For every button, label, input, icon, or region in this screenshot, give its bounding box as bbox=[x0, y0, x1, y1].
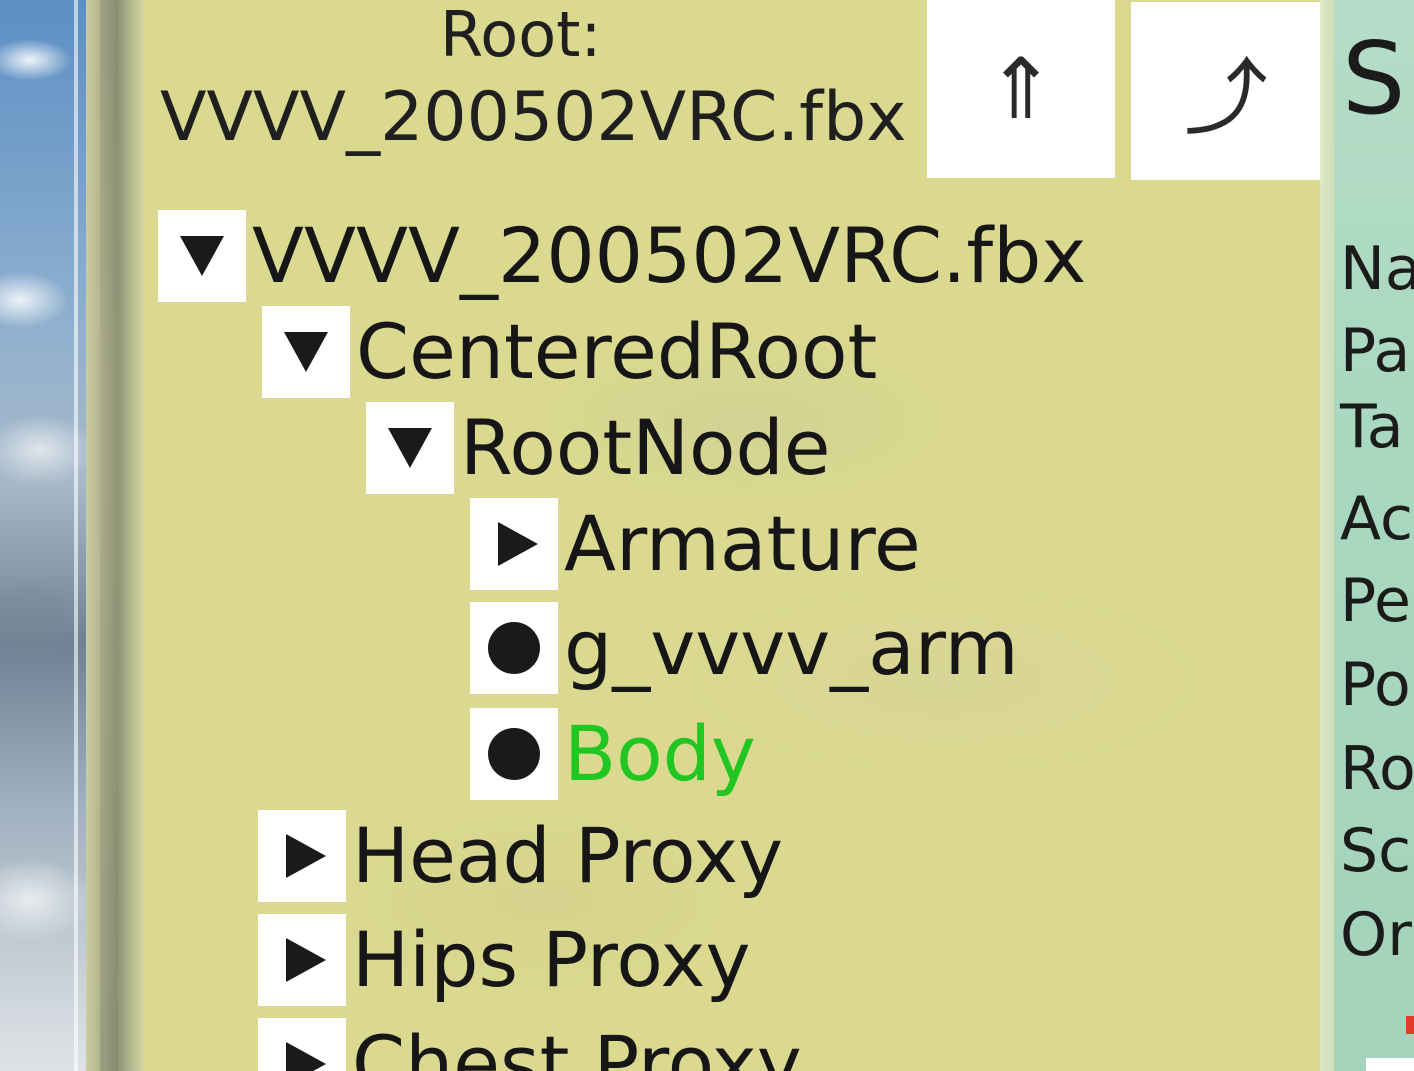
inspector-field-label: Ac bbox=[1340, 484, 1413, 554]
inspector-field-label: Sc bbox=[1340, 816, 1412, 886]
tree-node-label[interactable]: Chest Proxy bbox=[352, 1019, 802, 1071]
up-return-arrow-icon: ⤴ bbox=[1183, 48, 1268, 147]
triangle-right-icon bbox=[286, 834, 326, 878]
tree-node-label[interactable]: g_vvvv_arm bbox=[564, 603, 1019, 693]
tree-node-label[interactable]: RootNode bbox=[460, 403, 831, 493]
double-up-arrow-icon: ⇑ bbox=[985, 40, 1057, 138]
inspector-field-label: Po bbox=[1340, 650, 1411, 720]
dot-icon bbox=[488, 622, 540, 674]
tree-node-label[interactable]: Head Proxy bbox=[352, 811, 783, 901]
triangle-down-icon bbox=[180, 236, 224, 276]
root-file-name: VVVV_200502VRC.fbx bbox=[160, 78, 907, 157]
triangle-down-icon bbox=[284, 332, 328, 372]
tree-node-selected: Body bbox=[470, 706, 756, 802]
dot-icon bbox=[488, 728, 540, 780]
tree-node-label[interactable]: CenteredRoot bbox=[356, 307, 877, 397]
tree-node-label[interactable]: Hips Proxy bbox=[352, 915, 750, 1005]
expand-toggle[interactable] bbox=[158, 210, 246, 302]
inspector-field-label: Pa bbox=[1340, 316, 1411, 386]
axis-marker bbox=[1406, 1016, 1414, 1034]
triangle-down-icon bbox=[388, 428, 432, 468]
tree-node: Head Proxy bbox=[258, 808, 783, 904]
go-parent-button[interactable]: ⇑ bbox=[927, 0, 1115, 178]
tree-node: VVVV_200502VRC.fbx bbox=[158, 208, 1086, 304]
expand-toggle[interactable] bbox=[258, 810, 346, 902]
expand-toggle[interactable] bbox=[470, 498, 558, 590]
expand-toggle[interactable] bbox=[366, 402, 454, 494]
triangle-right-icon bbox=[286, 938, 326, 982]
inspector-field-label: Pe bbox=[1340, 566, 1411, 636]
inspector-field-label: Ro bbox=[1340, 734, 1414, 804]
tree-node-label[interactable]: Body bbox=[564, 709, 756, 799]
inspector-title: S bbox=[1342, 20, 1406, 137]
panel-rail-shine bbox=[100, 0, 118, 1071]
triangle-right-icon bbox=[286, 1042, 326, 1071]
expand-toggle[interactable] bbox=[258, 914, 346, 1006]
tree-node-label[interactable]: VVVV_200502VRC.fbx bbox=[252, 211, 1086, 301]
leaf-marker bbox=[470, 602, 558, 694]
go-up-button[interactable]: ⤴ bbox=[1131, 2, 1321, 180]
triangle-right-icon bbox=[498, 522, 538, 566]
tree-node-label[interactable]: Armature bbox=[564, 499, 921, 589]
panel-divider bbox=[1320, 0, 1334, 1071]
inspector-field-label: Or bbox=[1340, 900, 1412, 970]
root-label: Root: bbox=[440, 0, 602, 71]
tree-node: Chest Proxy bbox=[258, 1016, 802, 1071]
tree-node: RootNode bbox=[366, 400, 831, 496]
tree-node: g_vvvv_arm bbox=[470, 600, 1019, 696]
grid-line bbox=[74, 0, 78, 1071]
tree-node: Armature bbox=[470, 496, 921, 592]
inspector-field-label: Ta bbox=[1340, 392, 1404, 462]
inspector-input[interactable] bbox=[1366, 1058, 1414, 1071]
leaf-marker bbox=[470, 708, 558, 800]
tree-node: CenteredRoot bbox=[262, 304, 877, 400]
expand-toggle[interactable] bbox=[258, 1018, 346, 1071]
inspector-field-label: Na bbox=[1340, 234, 1414, 304]
expand-toggle[interactable] bbox=[262, 306, 350, 398]
tree-node: Hips Proxy bbox=[258, 912, 750, 1008]
